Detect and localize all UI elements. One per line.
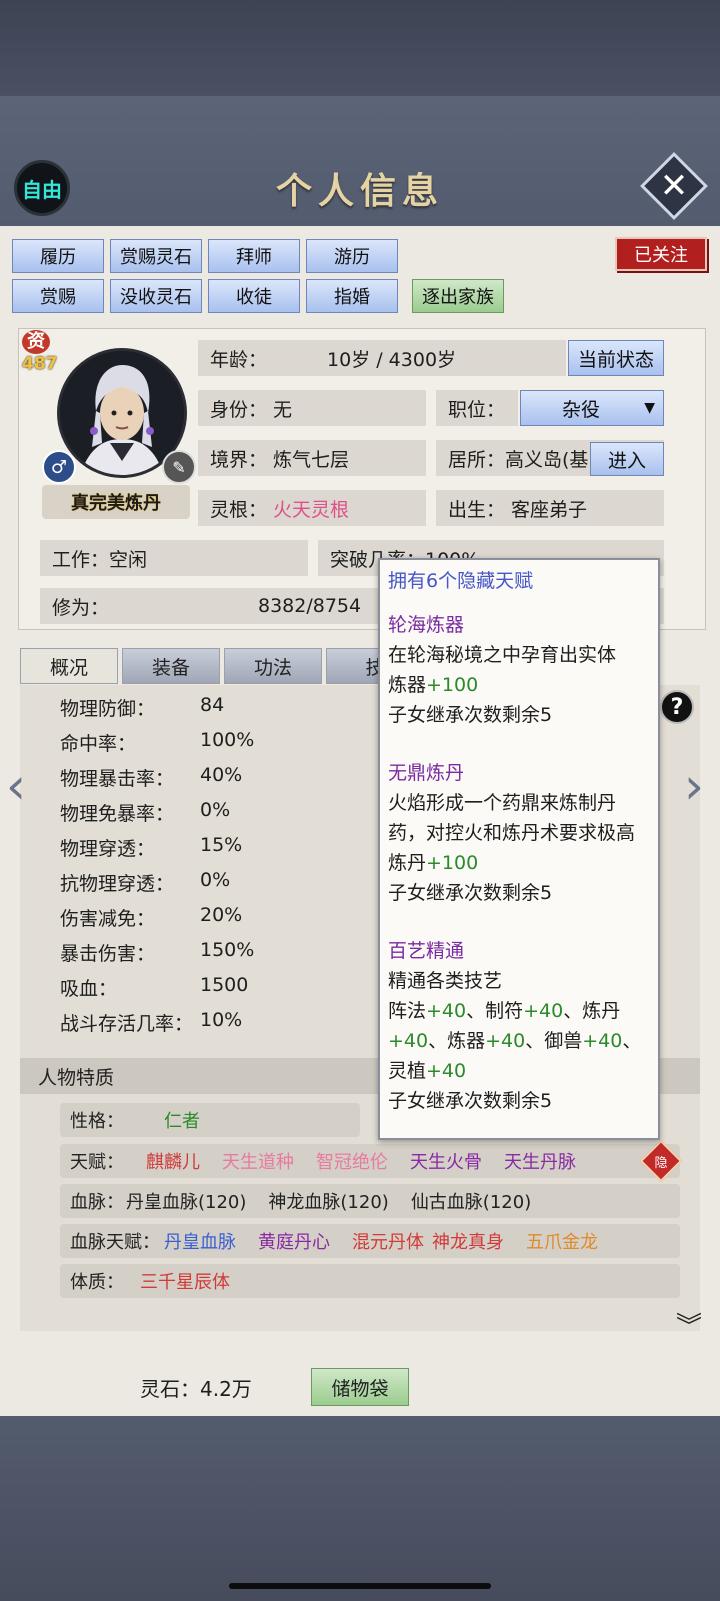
talent-effect: 炼器+100 xyxy=(388,674,479,696)
bloodline-talent-item[interactable]: 黄庭丹心 xyxy=(258,1228,330,1254)
work-field: 工作：空闲 xyxy=(40,540,308,576)
position-select[interactable]: 杂役 ▼ xyxy=(520,390,664,426)
bloodline-talent-item[interactable]: 混元丹体 xyxy=(352,1228,424,1254)
talent-name: 无鼎炼丹 xyxy=(388,762,465,784)
bloodline-talent-row: 血脉天赋： 丹皇血脉 黄庭丹心 混元丹体 神龙真身 五爪金龙 xyxy=(60,1224,680,1258)
stat-row: 吸血： 1500 xyxy=(60,974,249,1000)
talent-desc: 火焰形成一个药鼎来炼制丹药，对控火和炼丹术要求极高 xyxy=(388,792,636,844)
bloodline-item: 丹皇血脉(120) xyxy=(126,1192,247,1213)
dropdown-arrow-icon: ▼ xyxy=(644,400,655,416)
talent-desc: 精通各类技艺 xyxy=(388,970,503,992)
mode-badge[interactable]: 自由 xyxy=(14,160,70,216)
aptitude-label: 资 xyxy=(22,330,50,354)
prev-arrow-icon[interactable]: ‹ xyxy=(6,760,32,812)
home-indicator xyxy=(229,1583,491,1589)
bottom-bar xyxy=(0,1416,720,1601)
reward-stones-button[interactable]: 赏赐灵石 xyxy=(110,239,202,273)
top-bar xyxy=(0,0,720,96)
title-plate: 真完美炼丹 xyxy=(42,485,190,519)
page-title: 个人信息 xyxy=(275,170,444,212)
talent-item[interactable]: 天生丹脉 xyxy=(504,1148,576,1174)
talent-item[interactable]: 天生火骨 xyxy=(410,1148,482,1174)
bloodline-talent-item[interactable]: 丹皇血脉 xyxy=(164,1228,236,1254)
current-status-button[interactable]: 当前状态 xyxy=(568,340,664,376)
stat-row: 物理暴击率： 40% xyxy=(60,764,243,790)
talent-inherit: 子女继承次数剩余5 xyxy=(388,1090,553,1112)
stat-row: 命中率： 100% xyxy=(60,729,255,755)
bloodline-label: 血脉： xyxy=(70,1192,124,1213)
talent-item[interactable]: 麒麟儿 xyxy=(146,1148,200,1174)
talent-inherit: 子女继承次数剩余5 xyxy=(388,882,553,904)
spirit-root-field: 灵根： 火天灵根 xyxy=(198,490,426,526)
talent-effect: 阵法+40、制符+40、炼丹+40、炼器+40、御兽+40、灵植+40 xyxy=(388,1000,642,1082)
age-label: 年龄： xyxy=(210,348,268,371)
physique-row: 体质： 三千星辰体 xyxy=(60,1264,680,1298)
aptitude-value: 487 xyxy=(22,354,58,374)
tooltip-header: 拥有6个隐藏天赋 xyxy=(388,570,534,592)
expand-chevron-icon[interactable]: ︾ xyxy=(676,1306,712,1342)
resume-button[interactable]: 履历 xyxy=(12,239,104,273)
talent-label: 天赋： xyxy=(70,1152,124,1173)
follow-button[interactable]: 已关注 xyxy=(615,237,707,271)
bloodline-talent-label: 血脉天赋： xyxy=(70,1232,160,1253)
bloodline-item: 仙古血脉(120) xyxy=(410,1192,532,1213)
position-value: 杂役 xyxy=(561,398,600,421)
stat-row: 物理防御： 84 xyxy=(60,694,225,720)
help-icon[interactable]: ? xyxy=(660,690,694,724)
talent-row: 天赋： 麒麟儿 天生道种 智冠绝伦 天生火骨 天生丹脉 xyxy=(60,1144,680,1178)
travel-button[interactable]: 游历 xyxy=(306,239,398,273)
age-value: 10岁 / 4300岁 xyxy=(327,348,457,371)
bloodline-talent-item[interactable]: 五爪金龙 xyxy=(526,1228,598,1254)
stat-row: 物理穿透： 15% xyxy=(60,834,243,860)
next-arrow-icon[interactable]: › xyxy=(684,760,710,812)
physique-label: 体质： xyxy=(70,1272,124,1293)
apprentice-button[interactable]: 拜师 xyxy=(208,239,300,273)
bloodline-row: 血脉： 丹皇血脉(120) 神龙血脉(120) 仙古血脉(120) xyxy=(60,1184,680,1218)
talent-name: 轮海炼器 xyxy=(388,614,465,636)
brush-icon[interactable]: ✎ xyxy=(162,450,196,484)
identity-field: 身份： 无 xyxy=(198,390,426,426)
storage-bag-button[interactable]: 储物袋 xyxy=(311,1368,409,1406)
personality-row: 性格： 仁者 xyxy=(60,1103,360,1137)
physique-value[interactable]: 三千星辰体 xyxy=(140,1268,230,1294)
stat-row: 伤害减免： 20% xyxy=(60,904,243,930)
arrange-marriage-button[interactable]: 指婚 xyxy=(306,279,398,313)
age-field: 年龄： 10岁 / 4300岁 xyxy=(198,340,566,376)
cultivation-value: 8382/8754 xyxy=(258,595,362,617)
talent-name: 百艺精通 xyxy=(388,940,465,962)
position-label: 职位： xyxy=(436,390,518,426)
bloodline-talent-item[interactable]: 神龙真身 xyxy=(432,1228,504,1254)
aptitude-badge: 资 487 xyxy=(22,330,58,382)
talent-effect: 炼丹+100 xyxy=(388,852,479,874)
tab-techniques[interactable]: 功法 xyxy=(224,648,322,684)
talent-desc: 在轮海秘境之中孕育出实体 xyxy=(388,644,617,666)
personality-value: 仁者 xyxy=(164,1111,200,1132)
take-disciple-button[interactable]: 收徒 xyxy=(208,279,300,313)
spirit-stones-count: 灵石：4.2万 xyxy=(140,1377,252,1401)
enter-button[interactable]: 进入 xyxy=(590,442,664,476)
spirit-root-label: 灵根： xyxy=(210,498,268,521)
expel-button[interactable]: 逐出家族 xyxy=(412,279,504,313)
stat-row: 暴击伤害： 150% xyxy=(60,939,255,965)
hidden-talents-tooltip: 拥有6个隐藏天赋 轮海炼器 在轮海秘境之中孕育出实体 炼器+100 子女继承次数… xyxy=(378,558,660,1140)
confiscate-stones-button[interactable]: 没收灵石 xyxy=(110,279,202,313)
tab-overview[interactable]: 概况 xyxy=(20,648,118,684)
cultivation-label: 修为： xyxy=(52,596,110,619)
origin-field: 出生： 客座弟子 xyxy=(436,490,664,526)
personality-label: 性格： xyxy=(70,1111,124,1132)
bloodline-item: 神龙血脉(120) xyxy=(268,1192,389,1213)
tab-equipment[interactable]: 装备 xyxy=(122,648,220,684)
talent-item[interactable]: 天生道种 xyxy=(222,1148,294,1174)
stat-row: 物理免暴率： 0% xyxy=(60,799,231,825)
stat-row: 抗物理穿透： 0% xyxy=(60,869,231,895)
spirit-root-value: 火天灵根 xyxy=(273,498,350,521)
talent-item[interactable]: 智冠绝伦 xyxy=(316,1148,388,1174)
realm-field: 境界： 炼气七层 xyxy=(198,440,426,476)
male-icon: ♂ xyxy=(42,450,76,484)
close-icon: ✕ xyxy=(659,166,689,206)
reward-button[interactable]: 赏赐 xyxy=(12,279,104,313)
talent-inherit: 子女继承次数剩余5 xyxy=(388,704,553,726)
stat-row: 战斗存活几率： 10% xyxy=(60,1009,243,1035)
